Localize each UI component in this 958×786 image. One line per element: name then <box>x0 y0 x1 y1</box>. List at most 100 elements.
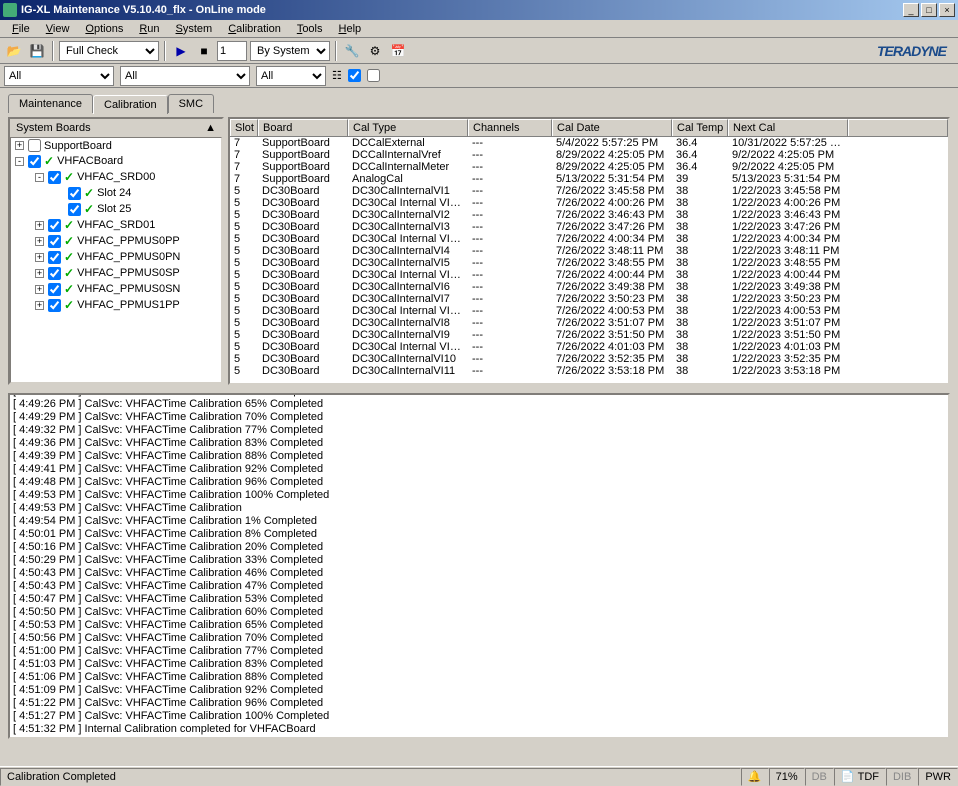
column-header[interactable]: Cal Date <box>552 119 672 136</box>
filter-options-icon[interactable]: ☷ <box>332 69 342 82</box>
column-header[interactable]: Board <box>258 119 348 136</box>
tree-node[interactable]: +✓VHFAC_PPMUS0SP <box>11 265 221 281</box>
tree-checkbox[interactable] <box>48 267 61 280</box>
table-row[interactable]: 5DC30BoardDC30Cal Internal VI9_1...---7/… <box>230 341 948 353</box>
tool-button-1[interactable]: 🔧 <box>342 41 362 61</box>
system-boards-tree[interactable]: +SupportBoard-✓VHFACBoard-✓VHFAC_SRD00✓S… <box>10 137 222 383</box>
tree-expand-icon[interactable]: + <box>35 301 44 310</box>
tree-checkbox[interactable] <box>48 219 61 232</box>
table-row[interactable]: 5DC30BoardDC30CalInternalVI6---7/26/2022… <box>230 281 948 293</box>
table-row[interactable]: 5DC30BoardDC30CalInternalVI3---7/26/2022… <box>230 221 948 233</box>
table-row[interactable]: 5DC30BoardDC30CalInternalVI5---7/26/2022… <box>230 257 948 269</box>
tab-smc[interactable]: SMC <box>168 94 214 113</box>
tree-checkbox[interactable] <box>28 155 41 168</box>
count-spinner[interactable] <box>217 41 247 61</box>
tree-label[interactable]: SupportBoard <box>44 140 112 152</box>
group-select[interactable]: By System <box>250 41 330 61</box>
status-tdf[interactable]: 📄TDF <box>834 768 886 786</box>
column-header[interactable]: Cal Temp <box>672 119 728 136</box>
table-row[interactable]: 7SupportBoardDCCalExternal---5/4/2022 5:… <box>230 137 948 149</box>
close-button[interactable]: × <box>939 3 955 17</box>
menu-options[interactable]: Options <box>77 21 131 37</box>
menu-calibration[interactable]: Calibration <box>220 21 289 37</box>
tree-expand-icon[interactable]: + <box>35 285 44 294</box>
tree-expand-icon[interactable]: - <box>15 157 24 166</box>
tree-node[interactable]: +✓VHFAC_PPMUS0PP <box>11 233 221 249</box>
tree-expand-icon[interactable]: + <box>35 253 44 262</box>
menu-system[interactable]: System <box>168 21 221 37</box>
tree-checkbox[interactable] <box>48 283 61 296</box>
table-row[interactable]: 5DC30BoardDC30CalInternalVI1---7/26/2022… <box>230 185 948 197</box>
tree-expand-icon[interactable]: + <box>35 269 44 278</box>
tree-label[interactable]: VHFAC_PPMUS0SP <box>77 267 180 279</box>
tree-expand-icon[interactable]: - <box>35 173 44 182</box>
column-header[interactable]: Slot <box>230 119 258 136</box>
tree-label[interactable]: VHFAC_PPMUS0PN <box>77 251 180 263</box>
column-header[interactable]: Channels <box>468 119 552 136</box>
tree-expand-icon[interactable]: + <box>35 237 44 246</box>
tree-label[interactable]: VHFAC_PPMUS0PP <box>77 235 180 247</box>
grid-body[interactable]: 7SupportBoardDCCalExternal---5/4/2022 5:… <box>230 137 948 383</box>
status-bell[interactable]: 🔔 <box>741 768 769 786</box>
log-panel[interactable]: [ 4:49:16 PM ] CalSvc: VHFACTime Calibra… <box>8 393 950 739</box>
tab-calibration[interactable]: Calibration <box>93 95 168 114</box>
minimize-button[interactable]: _ <box>903 3 919 17</box>
table-row[interactable]: 5DC30BoardDC30Cal Internal VI5_6...---7/… <box>230 269 948 281</box>
table-row[interactable]: 7SupportBoardDCCalInternalVref---8/29/20… <box>230 149 948 161</box>
maximize-button[interactable]: □ <box>921 3 937 17</box>
tree-node[interactable]: ✓Slot 24 <box>11 185 221 201</box>
tree-label[interactable]: VHFAC_SRD00 <box>77 171 155 183</box>
filter-1[interactable]: All <box>4 66 114 86</box>
tree-checkbox[interactable] <box>68 203 81 216</box>
tree-label[interactable]: VHFAC_PPMUS1PP <box>77 299 180 311</box>
table-row[interactable]: 7SupportBoardAnalogCal---5/13/2022 5:31:… <box>230 173 948 185</box>
tool-button-2[interactable]: ⚙ <box>365 41 385 61</box>
tree-expand-icon[interactable]: + <box>35 221 44 230</box>
table-row[interactable]: 5DC30BoardDC30CalInternalVI8---7/26/2022… <box>230 317 948 329</box>
table-row[interactable]: 5DC30BoardDC30CalInternalVI11---7/26/202… <box>230 365 948 377</box>
column-header[interactable]: Cal Type <box>348 119 468 136</box>
tree-checkbox[interactable] <box>48 235 61 248</box>
open-button[interactable]: 📂 <box>4 41 24 61</box>
tool-button-3[interactable]: 📅 <box>388 41 408 61</box>
tree-node[interactable]: +✓VHFAC_PPMUS0SN <box>11 281 221 297</box>
tree-checkbox[interactable] <box>48 171 61 184</box>
table-row[interactable]: 5DC30BoardDC30Cal Internal VI1_2...---7/… <box>230 197 948 209</box>
tree-node[interactable]: +✓VHFAC_PPMUS1PP <box>11 297 221 313</box>
filter-3[interactable]: All <box>256 66 326 86</box>
tree-node[interactable]: + SupportBoard <box>11 138 221 153</box>
tree-label[interactable]: Slot 25 <box>97 203 131 215</box>
tree-node[interactable]: -✓VHFACBoard <box>11 153 221 169</box>
tree-collapse-icon[interactable]: ▲ <box>205 122 216 134</box>
table-row[interactable]: 7SupportBoardDCCalInternalMeter---8/29/2… <box>230 161 948 173</box>
tree-node[interactable]: ✓Slot 25 <box>11 201 221 217</box>
play-button[interactable]: ▶ <box>171 41 191 61</box>
tree-checkbox[interactable] <box>68 187 81 200</box>
tree-node[interactable]: -✓VHFAC_SRD00 <box>11 169 221 185</box>
tree-label[interactable]: Slot 24 <box>97 187 131 199</box>
tree-node[interactable]: +✓VHFAC_PPMUS0PN <box>11 249 221 265</box>
tree-label[interactable]: VHFAC_PPMUS0SN <box>77 283 180 295</box>
table-row[interactable]: 5DC30BoardDC30CalInternalVI7---7/26/2022… <box>230 293 948 305</box>
menu-help[interactable]: Help <box>331 21 370 37</box>
tree-checkbox[interactable] <box>48 299 61 312</box>
table-row[interactable]: 5DC30BoardDC30CalInternalVI4---7/26/2022… <box>230 245 948 257</box>
menu-file[interactable]: File <box>4 21 38 37</box>
tree-checkbox[interactable] <box>28 139 41 152</box>
menu-tools[interactable]: Tools <box>289 21 331 37</box>
table-row[interactable]: 5DC30BoardDC30CalInternalVI10---7/26/202… <box>230 353 948 365</box>
tree-checkbox[interactable] <box>48 251 61 264</box>
menu-view[interactable]: View <box>38 21 78 37</box>
tree-expand-icon[interactable]: + <box>15 141 24 150</box>
tree-node[interactable]: +✓VHFAC_SRD01 <box>11 217 221 233</box>
tree-label[interactable]: VHFACBoard <box>57 155 123 167</box>
save-button[interactable]: 💾 <box>27 41 47 61</box>
table-row[interactable]: 5DC30BoardDC30CalInternalVI9---7/26/2022… <box>230 329 948 341</box>
filter-checkbox-1[interactable] <box>348 69 361 82</box>
table-row[interactable]: 5DC30BoardDC30Cal Internal VI3_4...---7/… <box>230 233 948 245</box>
table-row[interactable]: 5DC30BoardDC30Cal Internal VI7_8...---7/… <box>230 305 948 317</box>
mode-select[interactable]: Full Check <box>59 41 159 61</box>
filter-checkbox-2[interactable] <box>367 69 380 82</box>
table-row[interactable]: 5DC30BoardDC30CalInternalVI2---7/26/2022… <box>230 209 948 221</box>
tree-label[interactable]: VHFAC_SRD01 <box>77 219 155 231</box>
